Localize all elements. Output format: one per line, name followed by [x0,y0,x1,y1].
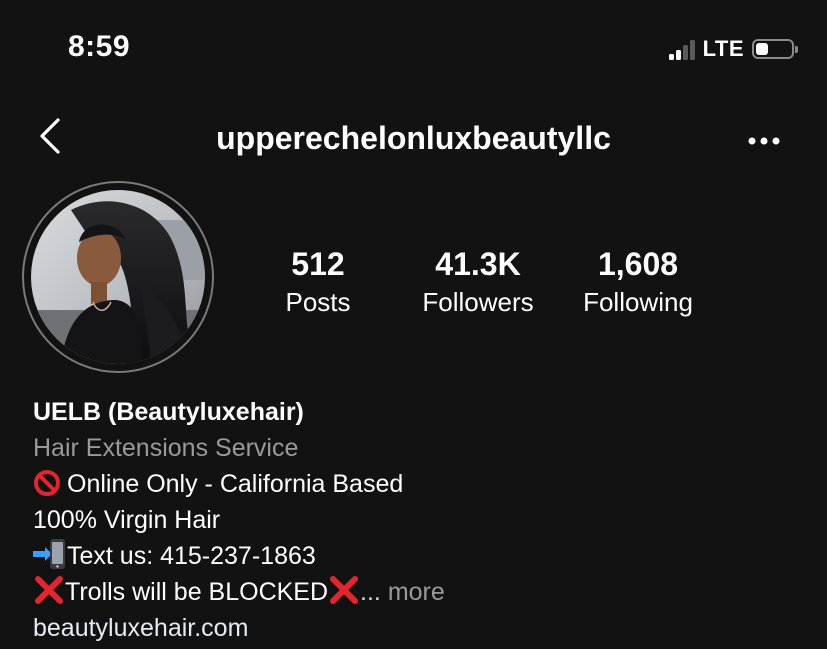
display-name: UELB (Beautyluxehair) [33,398,304,426]
status-time: 8:59 [68,30,131,63]
followers-label: Followers [422,287,534,317]
posts-label: Posts [285,287,351,317]
following-label: Following [583,287,693,317]
profile-username: upperechelonluxbeautyllc [216,120,611,156]
profile-category: Hair Extensions Service [33,434,299,462]
mobile-phone-arrow-icon [33,539,65,569]
website-link[interactable]: beautyluxehair.com [33,610,445,646]
prohibited-icon [34,470,60,496]
posts-value: 512 [291,246,345,282]
more-options-button[interactable] [741,124,787,158]
followers-count[interactable]: 41.3K Followers [408,246,548,320]
phone-number-text[interactable]: Text us: 415-237-1863 [67,542,316,570]
battery-icon [752,39,798,59]
bio-more-link[interactable]: more [388,578,445,606]
avatar [31,190,205,364]
more-horizontal-icon [748,137,780,145]
profile-bio: UELB (Beautyluxehair) Hair Extensions Se… [33,394,445,646]
bio-line-location: Online Only - California Based [33,466,445,502]
status-indicators: LTE [668,36,798,62]
profile-picture-ring[interactable] [22,181,214,373]
bio-line-location-text: Online Only - California Based [67,470,404,498]
truncation-ellipsis: ... [360,578,381,606]
cellular-signal-icon [668,38,695,60]
network-type: LTE [702,36,744,61]
cross-mark-icon [330,576,359,604]
bio-line-warning-text: Trolls will be BLOCKED [65,578,329,606]
posts-count[interactable]: 512 Posts [268,246,368,320]
bio-line-warning: Trolls will be BLOCKED ... more [33,574,445,610]
bio-line-hair: 100% Virgin Hair [33,506,221,534]
profile-photo [31,190,205,364]
following-count[interactable]: 1,608 Following [568,246,708,320]
followers-value: 41.3K [435,246,521,282]
cross-mark-icon [35,576,63,604]
following-value: 1,608 [597,246,679,282]
bio-line-phone: Text us: 415-237-1863 [33,538,445,574]
